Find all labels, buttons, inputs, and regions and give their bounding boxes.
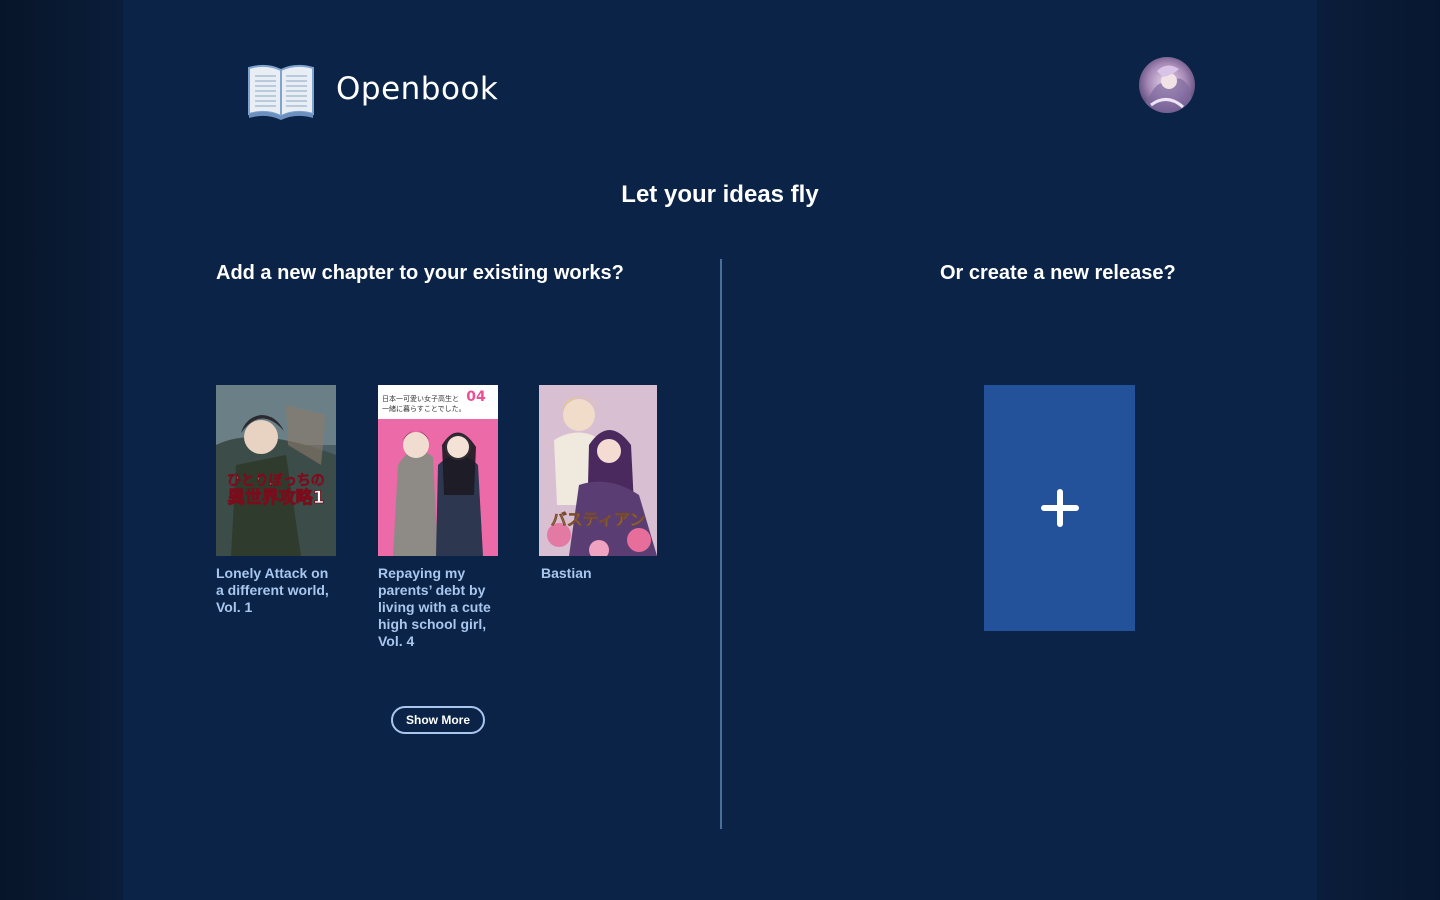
left-margin bbox=[0, 0, 123, 900]
app-name: Openbook bbox=[336, 71, 499, 107]
book-card[interactable]: ひとりぼっちの 異世界攻略1 Lonely Attack on a differ… bbox=[216, 385, 336, 616]
main-page: Openbook Let your ideas fly Add a new ch… bbox=[123, 0, 1317, 900]
right-margin bbox=[1317, 0, 1440, 900]
book-cover: バスティアン bbox=[539, 385, 657, 556]
book-cover: ひとりぼっちの 異世界攻略1 bbox=[216, 385, 336, 556]
app-logo[interactable]: Openbook bbox=[246, 58, 498, 120]
book-card[interactable]: 04 日本一可愛い女子高生と 一緒に暮らすことでした。 Repaying my … bbox=[378, 385, 498, 650]
show-more-button[interactable]: Show More bbox=[391, 706, 485, 734]
user-avatar[interactable] bbox=[1139, 57, 1195, 113]
open-book-icon bbox=[248, 64, 314, 120]
plus-icon bbox=[1040, 489, 1079, 527]
book-title: Repaying my parents’ debt by living with… bbox=[378, 565, 491, 649]
new-release-button[interactable] bbox=[984, 385, 1135, 631]
cover-volume-text: 04 bbox=[466, 389, 486, 405]
cover-title-text: ひとりぼっちの bbox=[227, 473, 325, 489]
existing-works-heading: Add a new chapter to your existing works… bbox=[216, 262, 624, 284]
cover-title-text: バスティアン bbox=[551, 510, 645, 529]
cover-title-text-2: 一緒に暮らすことでした。 bbox=[382, 404, 466, 413]
book-cover: 04 日本一可愛い女子高生と 一緒に暮らすことでした。 bbox=[378, 385, 498, 556]
section-divider bbox=[720, 259, 722, 829]
book-title: Bastian bbox=[541, 565, 592, 581]
cover-title-text: 日本一可愛い女子高生と bbox=[382, 394, 459, 403]
book-card[interactable]: バスティアン Bastian bbox=[539, 385, 657, 582]
tagline: Let your ideas fly bbox=[621, 181, 819, 208]
book-title: Lonely Attack on a different world, Vol.… bbox=[216, 565, 329, 615]
avatar-image bbox=[1139, 57, 1195, 113]
cover-title-text-2: 異世界攻略1 bbox=[228, 487, 325, 508]
new-release-heading: Or create a new release? bbox=[940, 262, 1176, 284]
